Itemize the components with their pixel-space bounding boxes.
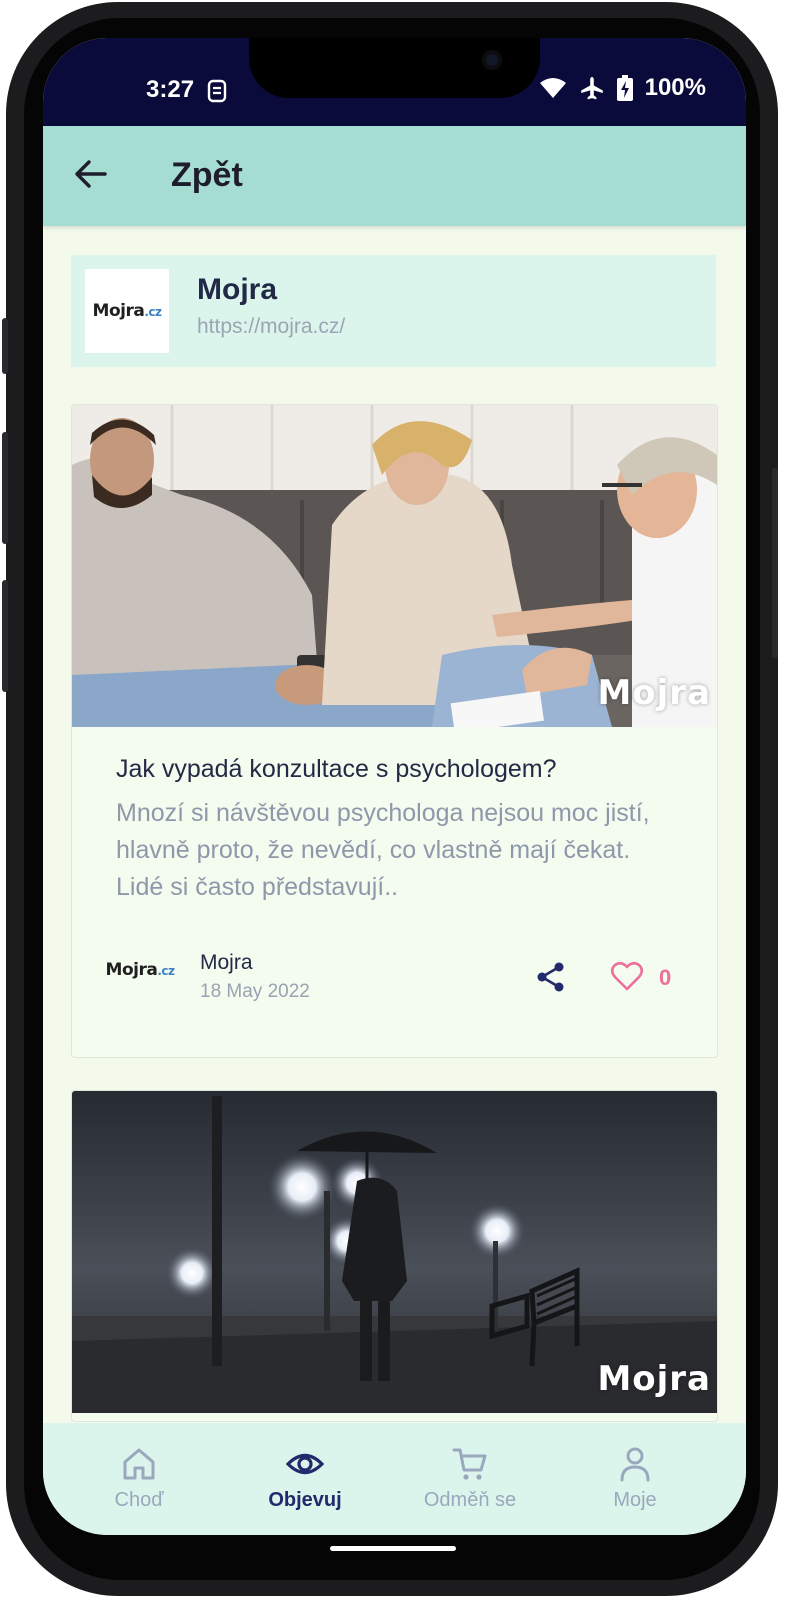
nav-item-objevuj[interactable]: Objevuj [217,1423,393,1535]
app-bar: Zpět [43,126,746,226]
article-date: 18 May 2022 [200,981,310,1002]
bottom-navigation: Choď Objevuj Odměň se Moje [43,1423,746,1535]
home-icon [123,1448,155,1480]
status-bar: 3:27 100% [43,38,746,126]
publisher-name: Mojra [197,273,278,306]
publisher-header[interactable]: Mojra.cz Mojra https://mojra.cz/ [71,255,716,367]
volume-up-button [2,432,8,544]
battery-charging-icon [616,75,633,101]
user-icon [620,1447,650,1482]
image-watermark: Mojra [597,673,711,713]
cart-icon [452,1448,487,1480]
page-title: Zpět [171,156,243,194]
author-logo: Mojra.cz [100,950,180,990]
power-button [772,468,778,658]
eye-icon [286,1453,324,1475]
nav-label-odmen-se: Odměň se [423,1489,517,1511]
article-image[interactable]: Mojra [72,405,717,727]
status-icons: 100% [539,74,706,102]
arrow-left-icon[interactable] [73,156,109,192]
article-card[interactable]: Mojra Jak vypadá konzultace s psychologe… [71,404,718,1058]
status-time: 3:27 [146,76,195,103]
share-icon[interactable] [534,960,568,994]
front-camera [482,50,502,70]
publisher-url[interactable]: https://mojra.cz/ [197,315,345,339]
wifi-icon [539,78,566,98]
like-count: 0 [659,965,672,990]
article-card[interactable]: Mojra [71,1090,718,1422]
publisher-logo: Mojra.cz [85,269,169,353]
article-title[interactable]: Jak vypadá konzultace s psychologem? [116,755,557,784]
nav-item-odmen-se[interactable]: Odměň se [382,1423,558,1535]
nav-label-objevuj: Objevuj [268,1489,342,1511]
screen: 3:27 100% Zpět Mojra.cz Mojra https://mo… [43,38,746,1535]
airplane-icon [580,77,603,100]
heart-icon[interactable] [610,959,644,993]
nav-label-chod: Choď [114,1489,164,1511]
image-watermark: Mojra [597,1359,711,1399]
mute-switch [2,318,8,374]
nav-label-moje: Moje [613,1489,657,1511]
camera-notch [249,38,540,98]
article-excerpt: Mnozí si návštěvou psychologa nejsou moc… [116,799,650,901]
nav-item-moje[interactable]: Moje [547,1423,723,1535]
logo-wordmark: Mojra.cz [92,301,162,321]
logo-wordmark: Mojra.cz [105,960,175,980]
sim-icon [207,79,227,103]
article-image[interactable]: Mojra [72,1091,717,1413]
author-name: Mojra [200,951,253,974]
home-indicator[interactable] [330,1546,456,1551]
battery-percent: 100% [644,74,706,101]
nav-item-chod[interactable]: Choď [51,1423,227,1535]
volume-down-button [2,580,8,692]
